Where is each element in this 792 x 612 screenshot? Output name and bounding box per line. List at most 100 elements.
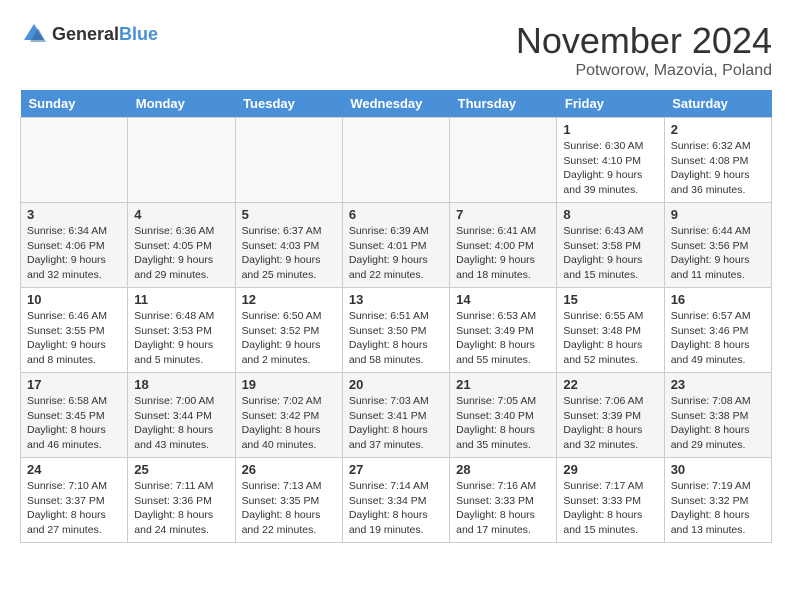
calendar-cell: 20Sunrise: 7:03 AMSunset: 3:41 PMDayligh… [342,373,449,458]
day-number: 26 [242,462,336,477]
day-info: Sunrise: 6:55 AMSunset: 3:48 PMDaylight:… [563,309,657,368]
calendar-cell: 8 Sunrise: 6:43 AMSunset: 3:58 PMDaylight… [557,203,664,288]
day-info: Sunrise: 6:37 AMSunset: 4:03 PMDaylight:… [242,224,336,283]
day-number: 29 [563,462,657,477]
week-row-1: 1 Sunrise: 6:30 AMSunset: 4:10 PMDaylight… [21,118,772,203]
day-header-tuesday: Tuesday [235,90,342,118]
day-info: Sunrise: 6:46 AMSunset: 3:55 PMDaylight:… [27,309,121,368]
day-info: Sunrise: 7:08 AMSunset: 3:38 PMDaylight:… [671,394,765,453]
day-number: 8 [563,207,657,222]
calendar-cell: 3Sunrise: 6:34 AMSunset: 4:06 PMDaylight… [21,203,128,288]
title-section: November 2024 Potworow, Mazovia, Poland [516,20,772,80]
day-number: 4 [134,207,228,222]
calendar-cell: 19 Sunrise: 7:02 AMSunset: 3:42 PMDayligh… [235,373,342,458]
day-number: 12 [242,292,336,307]
week-row-5: 24Sunrise: 7:10 AMSunset: 3:37 PMDayligh… [21,458,772,543]
calendar-cell: 1 Sunrise: 6:30 AMSunset: 4:10 PMDaylight… [557,118,664,203]
day-header-sunday: Sunday [21,90,128,118]
calendar-cell [235,118,342,203]
calendar-cell: 9 Sunrise: 6:44 AMSunset: 3:56 PMDaylight… [664,203,771,288]
day-info: Sunrise: 6:44 AMSunset: 3:56 PMDaylight:… [671,224,765,283]
day-number: 19 [242,377,336,392]
calendar-cell: 15 Sunrise: 6:55 AMSunset: 3:48 PMDayligh… [557,288,664,373]
day-info: Sunrise: 6:50 AMSunset: 3:52 PMDaylight:… [242,309,336,368]
calendar-cell: 26 Sunrise: 7:13 AMSunset: 3:35 PMDayligh… [235,458,342,543]
day-info: Sunrise: 6:51 AMSunset: 3:50 PMDaylight:… [349,309,443,368]
day-info: Sunrise: 6:36 AMSunset: 4:05 PMDaylight:… [134,224,228,283]
logo-icon [20,20,48,48]
day-info: Sunrise: 7:19 AMSunset: 3:32 PMDaylight:… [671,479,765,538]
day-number: 7 [456,207,550,222]
day-info: Sunrise: 7:13 AMSunset: 3:35 PMDaylight:… [242,479,336,538]
day-header-friday: Friday [557,90,664,118]
day-info: Sunrise: 6:58 AMSunset: 3:45 PMDaylight:… [27,394,121,453]
calendar-cell: 28Sunrise: 7:16 AMSunset: 3:33 PMDayligh… [450,458,557,543]
day-number: 22 [563,377,657,392]
day-info: Sunrise: 6:30 AMSunset: 4:10 PMDaylight:… [563,139,657,198]
logo: GeneralBlue [20,20,158,48]
calendar-cell: 18 Sunrise: 7:00 AMSunset: 3:44 PMDayligh… [128,373,235,458]
day-number: 2 [671,122,765,137]
day-header-saturday: Saturday [664,90,771,118]
day-number: 30 [671,462,765,477]
calendar-cell [342,118,449,203]
day-number: 6 [349,207,443,222]
day-number: 16 [671,292,765,307]
day-info: Sunrise: 6:39 AMSunset: 4:01 PMDaylight:… [349,224,443,283]
day-info: Sunrise: 7:10 AMSunset: 3:37 PMDaylight:… [27,479,121,538]
day-number: 20 [349,377,443,392]
calendar-cell: 27Sunrise: 7:14 AMSunset: 3:34 PMDayligh… [342,458,449,543]
week-row-4: 17 Sunrise: 6:58 AMSunset: 3:45 PMDayligh… [21,373,772,458]
logo-blue: Blue [119,24,158,44]
calendar-cell: 4 Sunrise: 6:36 AMSunset: 4:05 PMDaylight… [128,203,235,288]
day-number: 21 [456,377,550,392]
calendar-cell: 5 Sunrise: 6:37 AMSunset: 4:03 PMDaylight… [235,203,342,288]
day-info: Sunrise: 6:48 AMSunset: 3:53 PMDaylight:… [134,309,228,368]
day-number: 11 [134,292,228,307]
day-number: 15 [563,292,657,307]
day-info: Sunrise: 6:41 AMSunset: 4:00 PMDaylight:… [456,224,550,283]
day-number: 17 [27,377,121,392]
day-header-wednesday: Wednesday [342,90,449,118]
calendar-cell: 7 Sunrise: 6:41 AMSunset: 4:00 PMDaylight… [450,203,557,288]
logo-general: General [52,24,119,44]
day-number: 3 [27,207,121,222]
calendar-cell: 25Sunrise: 7:11 AMSunset: 3:36 PMDayligh… [128,458,235,543]
day-info: Sunrise: 7:11 AMSunset: 3:36 PMDaylight:… [134,479,228,538]
day-number: 1 [563,122,657,137]
day-info: Sunrise: 7:06 AMSunset: 3:39 PMDaylight:… [563,394,657,453]
day-number: 9 [671,207,765,222]
calendar-cell: 16Sunrise: 6:57 AMSunset: 3:46 PMDayligh… [664,288,771,373]
day-info: Sunrise: 6:53 AMSunset: 3:49 PMDaylight:… [456,309,550,368]
calendar-cell: 13 Sunrise: 6:51 AMSunset: 3:50 PMDayligh… [342,288,449,373]
calendar-cell: 6 Sunrise: 6:39 AMSunset: 4:01 PMDaylight… [342,203,449,288]
day-info: Sunrise: 7:05 AMSunset: 3:40 PMDaylight:… [456,394,550,453]
calendar-cell: 22 Sunrise: 7:06 AMSunset: 3:39 PMDayligh… [557,373,664,458]
calendar-cell: 10 Sunrise: 6:46 AMSunset: 3:55 PMDayligh… [21,288,128,373]
calendar-cell [128,118,235,203]
calendar-cell: 11 Sunrise: 6:48 AMSunset: 3:53 PMDayligh… [128,288,235,373]
day-number: 28 [456,462,550,477]
page-header: GeneralBlue November 2024 Potworow, Mazo… [20,20,772,80]
day-number: 13 [349,292,443,307]
day-info: Sunrise: 7:14 AMSunset: 3:34 PMDaylight:… [349,479,443,538]
day-header-thursday: Thursday [450,90,557,118]
calendar-cell: 17 Sunrise: 6:58 AMSunset: 3:45 PMDayligh… [21,373,128,458]
day-number: 18 [134,377,228,392]
calendar-table: SundayMondayTuesdayWednesdayThursdayFrid… [20,90,772,543]
month-title: November 2024 [516,20,772,62]
day-header-monday: Monday [128,90,235,118]
header-row: SundayMondayTuesdayWednesdayThursdayFrid… [21,90,772,118]
calendar-cell: 12 Sunrise: 6:50 AMSunset: 3:52 PMDayligh… [235,288,342,373]
calendar-cell: 29Sunrise: 7:17 AMSunset: 3:33 PMDayligh… [557,458,664,543]
day-number: 14 [456,292,550,307]
day-info: Sunrise: 7:00 AMSunset: 3:44 PMDaylight:… [134,394,228,453]
calendar-cell: 21 Sunrise: 7:05 AMSunset: 3:40 PMDayligh… [450,373,557,458]
calendar-cell: 30 Sunrise: 7:19 AMSunset: 3:32 PMDayligh… [664,458,771,543]
day-number: 23 [671,377,765,392]
week-row-3: 10 Sunrise: 6:46 AMSunset: 3:55 PMDayligh… [21,288,772,373]
day-info: Sunrise: 6:43 AMSunset: 3:58 PMDaylight:… [563,224,657,283]
day-info: Sunrise: 7:02 AMSunset: 3:42 PMDaylight:… [242,394,336,453]
day-number: 10 [27,292,121,307]
day-number: 5 [242,207,336,222]
